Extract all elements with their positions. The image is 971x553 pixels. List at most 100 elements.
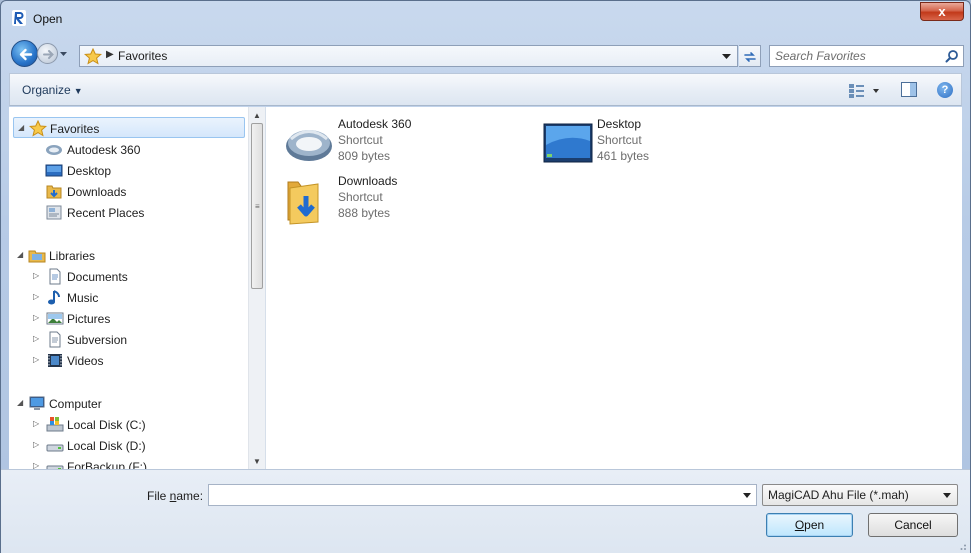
- recent-places-icon: [46, 205, 62, 220]
- sidebar-item-label: Computer: [49, 397, 102, 411]
- address-dropdown-icon[interactable]: [722, 54, 731, 60]
- subversion-icon: [49, 331, 61, 348]
- sidebar-item-videos[interactable]: ▷ Videos: [9, 350, 249, 371]
- forward-arrow-icon: [43, 50, 54, 59]
- preview-pane-icon[interactable]: [901, 82, 917, 97]
- sidebar-item-libraries[interactable]: ◢ Libraries: [9, 245, 249, 266]
- breadcrumb-favorites[interactable]: Favorites: [118, 49, 167, 63]
- back-arrow-icon: [19, 48, 33, 61]
- file-type: Shortcut: [597, 133, 642, 147]
- expand-arrow-icon[interactable]: ▷: [33, 440, 39, 449]
- sidebar-item-label: Local Disk (D:): [67, 439, 146, 453]
- sidebar-item-autodesk360[interactable]: Autodesk 360: [9, 139, 249, 160]
- drive-icon: [46, 465, 64, 469]
- search-box[interactable]: [769, 45, 964, 67]
- sidebar-item-label: Recent Places: [67, 206, 145, 220]
- file-item-downloads[interactable]: Downloads Shortcut 888 bytes: [284, 174, 514, 232]
- scroll-down-icon[interactable]: ▼: [253, 457, 261, 466]
- file-type-filter[interactable]: MagiCAD Ahu File (*.mah): [762, 484, 958, 506]
- forward-button[interactable]: [37, 43, 58, 64]
- organize-label: Organize: [22, 83, 71, 97]
- file-item-desktop[interactable]: Desktop Shortcut 461 bytes: [543, 117, 773, 175]
- documents-icon: [49, 268, 61, 285]
- file-size: 461 bytes: [597, 149, 650, 163]
- open-dialog: Open x ▶ Favorites Search Favorites Orga…: [0, 0, 971, 553]
- sidebar-item-local-disk-c[interactable]: ▷ Local Disk (C:): [9, 414, 249, 435]
- address-row: ▶ Favorites: [1, 37, 970, 71]
- expand-arrow-icon[interactable]: ▷: [33, 334, 39, 343]
- sidebar-item-music[interactable]: ▷ Music: [9, 287, 249, 308]
- file-name-label: File name:: [147, 489, 204, 503]
- sidebar-item-pictures[interactable]: ▷ Pictures: [9, 308, 249, 329]
- sidebar-item-favorites[interactable]: ◢ Favorites: [13, 117, 245, 138]
- refresh-icon: [744, 52, 756, 62]
- help-icon[interactable]: ?: [937, 82, 953, 98]
- file-item-autodesk360[interactable]: Autodesk 360 Shortcut 809 bytes: [284, 117, 514, 175]
- sidebar-item-label: Downloads: [67, 185, 127, 199]
- sidebar-item-label: Libraries: [49, 249, 96, 263]
- expand-arrow-icon[interactable]: ▷: [33, 292, 39, 301]
- sidebar-item-label: Autodesk 360: [67, 143, 141, 157]
- recent-locations-dropdown-icon[interactable]: [59, 50, 68, 58]
- file-size: 888 bytes: [338, 206, 391, 220]
- file-list[interactable]: Autodesk 360 Shortcut 809 bytes Desktop …: [266, 107, 962, 469]
- sidebar-item-documents[interactable]: ▷ Documents: [9, 266, 249, 287]
- expand-arrow-icon[interactable]: ▷: [33, 313, 39, 322]
- collapse-arrow-icon[interactable]: ◢: [18, 123, 24, 132]
- sidebar-item-desktop[interactable]: Desktop: [9, 160, 249, 181]
- sidebar-item-recent-places[interactable]: Recent Places: [9, 202, 249, 223]
- command-bar: Organize ▼ ?: [9, 73, 962, 106]
- close-icon: x: [938, 4, 946, 19]
- collapse-arrow-icon[interactable]: ◢: [17, 250, 23, 259]
- file-name-field[interactable]: [212, 487, 732, 503]
- computer-icon: [29, 396, 45, 410]
- search-input[interactable]: [775, 48, 940, 64]
- sidebar-item-label: Pictures: [67, 312, 111, 326]
- desktop-icon: [45, 164, 63, 177]
- breadcrumb-chevron-icon[interactable]: ▶: [106, 49, 114, 60]
- sidebar-item-subversion[interactable]: ▷ Subversion: [9, 329, 249, 350]
- refresh-button[interactable]: [739, 45, 761, 67]
- change-view-button[interactable]: [848, 83, 884, 99]
- file-name: Desktop: [597, 117, 642, 131]
- organize-button[interactable]: Organize ▼: [22, 83, 83, 97]
- favorites-star-icon: [84, 48, 102, 65]
- sidebar-item-label: Music: [67, 291, 99, 305]
- sidebar-item-computer[interactable]: ◢ Computer: [9, 393, 249, 414]
- drive-icon: [46, 444, 64, 452]
- file-type-filter-value: MagiCAD Ahu File (*.mah): [768, 488, 909, 502]
- sidebar-item-label: Documents: [67, 270, 128, 284]
- file-size: 809 bytes: [338, 149, 391, 163]
- window-title: Open: [33, 12, 63, 26]
- sidebar-item-downloads[interactable]: Downloads: [9, 181, 249, 202]
- expand-arrow-icon[interactable]: ▷: [33, 461, 39, 469]
- file-type: Shortcut: [338, 190, 383, 204]
- navigation-pane[interactable]: ◢ Favorites Autodesk 360 Desktop Downloa…: [9, 107, 266, 469]
- expand-arrow-icon[interactable]: ▷: [33, 271, 39, 280]
- search-icon[interactable]: [945, 49, 959, 63]
- dialog-footer: File name: MagiCAD Ahu File (*.mah) Open…: [1, 469, 970, 553]
- pictures-icon: [46, 312, 64, 325]
- sidebar-item-label: Desktop: [67, 164, 112, 178]
- resize-grip-icon[interactable]: [957, 541, 967, 551]
- collapse-arrow-icon[interactable]: ◢: [17, 398, 23, 407]
- address-bar[interactable]: ▶ Favorites: [79, 45, 738, 67]
- scroll-up-icon[interactable]: ▲: [253, 111, 261, 120]
- sidebar-item-forbackup-f[interactable]: ▷ ForBackup (F:): [9, 456, 249, 469]
- libraries-icon: [28, 250, 46, 263]
- open-button[interactable]: Open: [766, 513, 853, 537]
- sidebar-item-local-disk-d[interactable]: ▷ Local Disk (D:): [9, 435, 249, 456]
- title-bar[interactable]: Open x: [1, 1, 970, 37]
- file-name-combobox[interactable]: [208, 484, 757, 506]
- expand-arrow-icon[interactable]: ▷: [33, 419, 39, 428]
- chevron-down-icon[interactable]: [743, 493, 751, 498]
- cancel-button[interactable]: Cancel: [868, 513, 958, 537]
- back-button[interactable]: [11, 40, 38, 67]
- scroll-thumb[interactable]: ≡: [251, 123, 263, 289]
- close-button[interactable]: x: [920, 2, 964, 21]
- file-name: Downloads: [338, 174, 398, 188]
- downloads-icon: [46, 185, 62, 199]
- navigation-scrollbar[interactable]: ▲ ≡ ▼: [248, 107, 265, 469]
- expand-arrow-icon[interactable]: ▷: [33, 355, 39, 364]
- desktop-icon: [543, 123, 593, 163]
